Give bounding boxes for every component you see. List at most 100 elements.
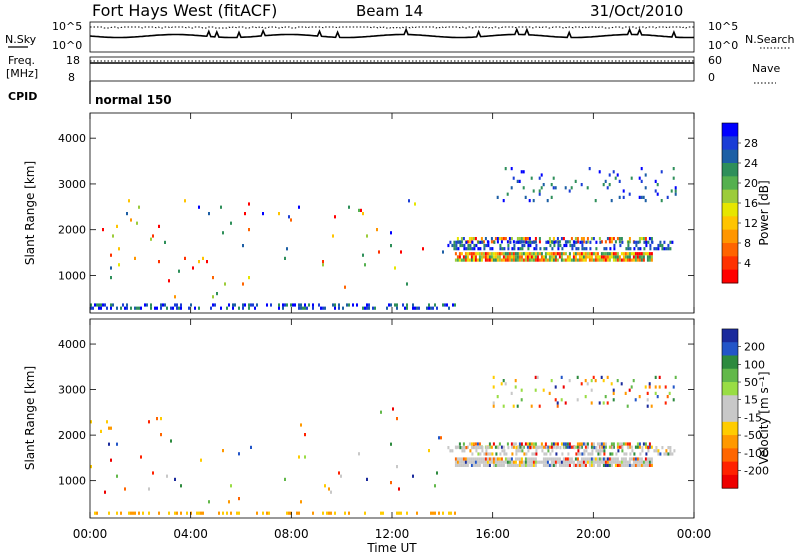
data-cell [322,263,324,267]
data-cell [527,240,530,244]
data-cell [630,252,633,256]
data-cell [530,457,533,461]
data-cell [608,460,611,464]
data-cell [604,460,607,464]
data-cell [392,407,394,411]
data-cell [644,237,647,241]
data-cell [528,463,531,467]
x-tick-label: 00:00 [73,527,108,541]
data-cell [485,243,488,248]
data-cell [478,460,481,464]
data-cell [661,247,664,251]
data-cell [198,306,200,310]
data-cell [640,252,643,256]
data-cell [502,237,505,241]
data-cell [572,255,575,259]
data-cell [599,446,602,450]
nsearch-label: N.Search [745,33,795,46]
data-cell [212,276,214,280]
data-cell [544,463,547,467]
data-cell [640,457,643,461]
data-cell [529,446,532,450]
data-cell [636,255,639,259]
data-cell [620,237,623,241]
data-cell [638,176,641,180]
data-cell [514,385,517,389]
data-cell [640,255,643,259]
data-cell [124,487,126,491]
data-cell [544,460,547,464]
data-cell [604,445,607,449]
data-cell [418,306,420,310]
data-cell [590,388,593,392]
data-cell [338,306,340,310]
data-cell [616,173,619,177]
data-cell [634,445,637,449]
data-cell [651,240,654,244]
data-cell [574,255,577,259]
data-cell [458,258,461,262]
data-cell [665,452,668,456]
velocity-cells [90,375,677,515]
data-cell [457,247,460,251]
data-cell [623,452,626,456]
data-cell [226,511,228,515]
data-cell [512,176,515,180]
data-cell [520,463,523,467]
colorbar-swatch [722,448,738,463]
data-cell [486,463,489,467]
data-cell [462,442,465,446]
data-cell [545,452,548,456]
data-cell [672,167,675,171]
data-cell [650,237,653,241]
data-cell [506,457,509,461]
colorbar-swatch [722,243,738,257]
data-cell [174,303,176,307]
data-cell [646,255,649,259]
data-cell [426,306,428,310]
data-cell [616,252,619,256]
data-cell [479,240,482,244]
data-cell [466,255,469,259]
data-cell [657,243,660,248]
data-cell [655,449,658,453]
data-cell [564,186,567,190]
data-cell [550,463,553,467]
data-cell [552,237,555,241]
data-cell [636,442,639,446]
data-cell [494,463,497,467]
data-cell [202,511,204,515]
data-cell [432,306,434,310]
data-cell [144,303,146,307]
data-cell [449,449,452,453]
data-cell [496,463,499,467]
data-cell [620,258,623,262]
data-cell [222,511,224,515]
data-cell [595,240,598,244]
data-cell [468,240,471,244]
data-cell [589,247,592,251]
data-cell [641,446,644,450]
data-cell [94,303,96,307]
data-cell [519,240,522,244]
data-cell [118,263,120,267]
data-cell [586,445,589,449]
data-cell [513,247,516,251]
data-cell [545,240,548,244]
data-cell [626,258,629,262]
data-cell [110,266,112,270]
cpid-row: CPID normal 150 [8,81,172,107]
data-cell [390,231,392,235]
data-cell [510,255,513,259]
data-cell [560,463,563,467]
data-cell [619,243,622,248]
data-cell [451,243,454,248]
data-cell [334,511,336,515]
data-cell [520,460,523,464]
data-cell [560,460,563,464]
data-cell [546,258,549,262]
data-cell [94,511,96,515]
time-axis-label: Time UT [366,541,417,554]
data-cell [580,442,583,446]
data-cell [475,243,478,248]
